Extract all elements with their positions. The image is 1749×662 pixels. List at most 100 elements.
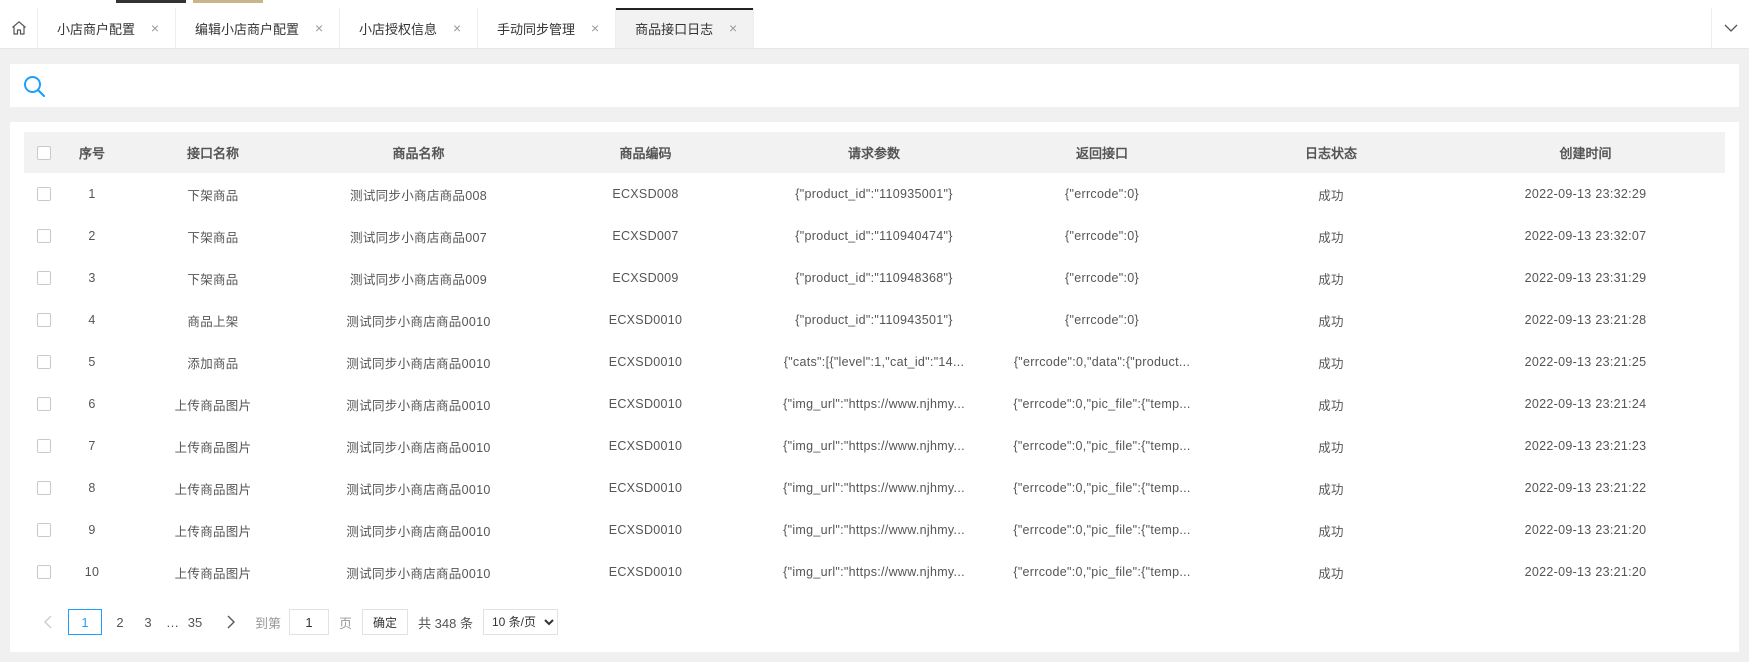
- page-ellipsis: …: [166, 614, 179, 630]
- row-checkbox[interactable]: [37, 523, 51, 538]
- response-cell: {"errcode":0}: [1065, 187, 1139, 201]
- response-cell: {"errcode":0,"pic_file":{"temp...: [1013, 523, 1191, 537]
- created-time-cell: 2022-09-13 23:31:29: [1524, 271, 1647, 285]
- row-checkbox[interactable]: [37, 355, 51, 370]
- row-checkbox[interactable]: [37, 481, 51, 496]
- prev-page-button[interactable]: [38, 609, 58, 635]
- product-code-cell: ECXSD0010: [608, 313, 683, 327]
- goto-label: 到第: [255, 615, 282, 631]
- product-code-cell: ECXSD008: [612, 187, 679, 201]
- confirm-page-button[interactable]: 确定: [362, 609, 409, 635]
- next-page-button[interactable]: [221, 609, 241, 635]
- created-time-cell: 2022-09-13 23:21:24: [1524, 397, 1647, 411]
- product-name-cell: 测试同步小商店商品008: [350, 188, 487, 203]
- table-row: 3 下架商品 测试同步小商店商品009 ECXSD009 {"product_id":"…: [24, 257, 1725, 299]
- created-time-cell: 2022-09-13 23:21:22: [1524, 481, 1647, 495]
- product-code-cell: ECXSD0010: [608, 439, 683, 453]
- tab-label: 小店授权信息: [359, 21, 438, 37]
- row-checkbox[interactable]: [37, 271, 51, 286]
- request-params-cell: {"product_id":"110948368"}: [795, 271, 953, 285]
- product-code-cell: ECXSD0010: [608, 565, 683, 579]
- page-tabs: 小店商户配置 × 编辑小店商户配置 × 小店授权信息 × 手动同步管理 × 商品…: [38, 8, 755, 48]
- row-index-cell: 5: [88, 355, 96, 369]
- column-header: 创建时间: [1559, 146, 1612, 161]
- row-checkbox[interactable]: [37, 565, 51, 580]
- request-params-cell: {"img_url":"https://www.njhmy...: [783, 481, 965, 495]
- request-params-cell: {"cats":[{"level":1,"cat_id":"14...: [783, 355, 965, 369]
- request-params-cell: {"img_url":"https://www.njhmy...: [783, 565, 965, 579]
- created-time-cell: 2022-09-13 23:21:20: [1524, 523, 1647, 537]
- created-time-cell: 2022-09-13 23:21:20: [1524, 565, 1647, 579]
- row-checkbox[interactable]: [37, 313, 51, 328]
- close-icon[interactable]: ×: [713, 20, 753, 36]
- row-checkbox[interactable]: [37, 397, 51, 412]
- log-status-cell: 成功: [1318, 398, 1344, 413]
- column-header: 商品编码: [619, 146, 672, 161]
- page-size-select[interactable]: 10 条/页: [482, 609, 558, 635]
- product-name-cell: 测试同步小商店商品009: [350, 272, 487, 287]
- chevron-down-icon: [1724, 24, 1737, 32]
- log-status-cell: 成功: [1318, 188, 1344, 203]
- column-header: 商品名称: [392, 146, 445, 161]
- row-index-cell: 9: [88, 523, 96, 537]
- total-count: 共 348 条: [418, 615, 473, 631]
- row-select-cell: [24, 509, 64, 551]
- header-decoration: [116, 0, 186, 3]
- created-time-cell: 2022-09-13 23:32:07: [1524, 229, 1647, 243]
- response-cell: {"errcode":0}: [1065, 229, 1139, 243]
- request-params-cell: {"img_url":"https://www.njhmy...: [783, 439, 965, 453]
- page-button-current[interactable]: 1: [68, 609, 102, 635]
- api-name-cell: 下架商品: [187, 230, 239, 245]
- table-row: 8 上传商品图片 测试同步小商店商品0010 ECXSD0010 {"img_url":…: [24, 467, 1725, 509]
- product-name-cell: 测试同步小商店商品007: [350, 230, 487, 245]
- table-row: 6 上传商品图片 测试同步小商店商品0010 ECXSD0010 {"img_url":…: [24, 383, 1725, 425]
- api-name-cell: 上传商品图片: [174, 482, 252, 497]
- close-icon[interactable]: ×: [299, 20, 339, 36]
- response-cell: {"errcode":0}: [1065, 271, 1139, 285]
- log-status-cell: 成功: [1318, 524, 1344, 539]
- log-status-cell: 成功: [1318, 482, 1344, 497]
- close-icon[interactable]: ×: [135, 20, 175, 36]
- tab-product-api-log[interactable]: 商品接口日志 ×: [616, 8, 755, 48]
- page-button[interactable]: 3: [138, 609, 158, 635]
- tab-manual-sync[interactable]: 手动同步管理 ×: [478, 8, 617, 48]
- tab-more-button[interactable]: [1711, 8, 1749, 48]
- page-button-last[interactable]: 35: [185, 609, 205, 635]
- close-icon[interactable]: ×: [575, 20, 615, 36]
- chevron-right-icon: [227, 615, 235, 629]
- row-index-cell: 2: [88, 229, 96, 243]
- response-cell: {"errcode":0}: [1065, 313, 1139, 327]
- tab-shop-auth-info[interactable]: 小店授权信息 ×: [340, 8, 479, 48]
- tab-shop-merchant-config[interactable]: 小店商户配置 ×: [38, 8, 177, 48]
- page-number-input[interactable]: [289, 609, 330, 635]
- column-header: 序号: [78, 146, 105, 161]
- row-select-cell: [24, 425, 64, 467]
- select-all-checkbox[interactable]: [37, 146, 51, 161]
- row-index-cell: 3: [88, 271, 96, 285]
- row-checkbox[interactable]: [37, 439, 51, 454]
- row-checkbox[interactable]: [37, 187, 51, 202]
- row-index-cell: 10: [84, 565, 100, 579]
- page-unit-label: 页: [339, 615, 353, 631]
- api-name-cell: 商品上架: [187, 314, 239, 329]
- close-icon[interactable]: ×: [437, 20, 477, 36]
- product-code-cell: ECXSD0010: [608, 397, 683, 411]
- log-status-cell: 成功: [1318, 566, 1344, 581]
- tab-edit-shop-merchant-config[interactable]: 编辑小店商户配置 ×: [176, 8, 341, 48]
- row-checkbox[interactable]: [37, 229, 51, 244]
- home-button[interactable]: [0, 8, 38, 48]
- row-index-cell: 7: [88, 439, 96, 453]
- page-button[interactable]: 2: [110, 609, 130, 635]
- search-button[interactable]: [22, 74, 46, 98]
- search-panel: [10, 64, 1739, 107]
- column-header: 请求参数: [847, 146, 900, 161]
- column-header: 日志状态: [1304, 146, 1357, 161]
- table-body: 1 下架商品 测试同步小商店商品008 ECXSD008 {"product_id":"…: [24, 173, 1725, 593]
- response-cell: {"errcode":0,"pic_file":{"temp...: [1013, 439, 1191, 453]
- pagination: 1 2 3 … 35 到第 页 确定 共 348 条 10 条/页: [38, 608, 558, 636]
- log-status-cell: 成功: [1318, 314, 1344, 329]
- response-cell: {"errcode":0,"data":{"product...: [1013, 355, 1191, 369]
- tab-label: 编辑小店商户配置: [195, 21, 300, 37]
- product-code-cell: ECXSD007: [612, 229, 679, 243]
- log-status-cell: 成功: [1318, 356, 1344, 371]
